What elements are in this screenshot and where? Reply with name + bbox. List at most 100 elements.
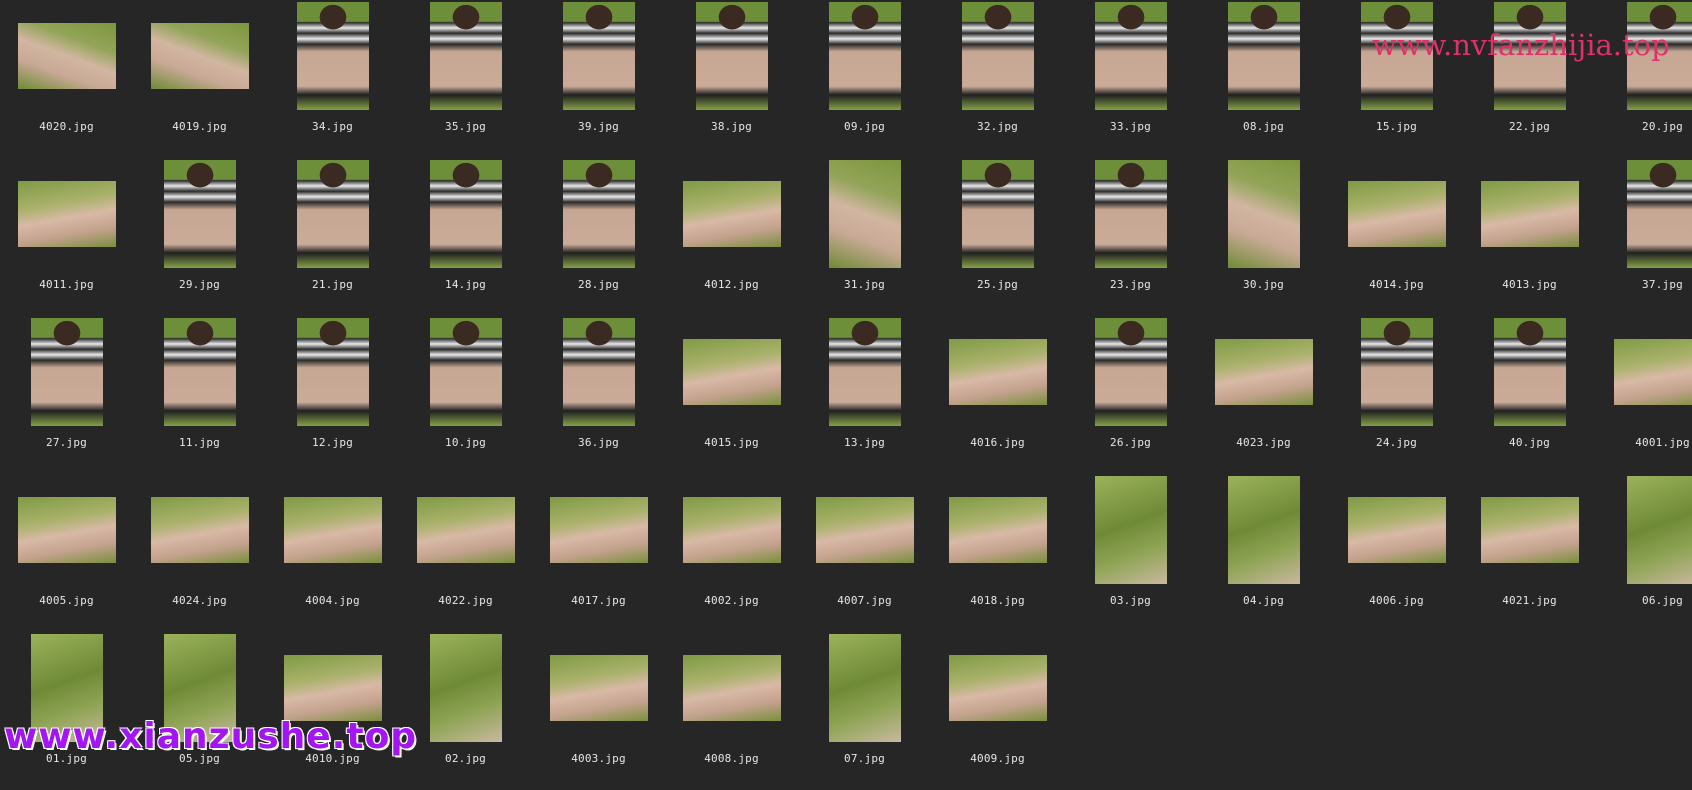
file-item[interactable]: 4021.jpg <box>1463 474 1596 632</box>
thumbnail-image[interactable] <box>550 497 648 563</box>
file-item[interactable]: 04.jpg <box>1197 474 1330 632</box>
file-item[interactable]: 03.jpg <box>1064 474 1197 632</box>
file-item[interactable]: 4010.jpg <box>266 632 399 790</box>
thumbnail-image[interactable] <box>683 339 781 405</box>
thumbnail-image[interactable] <box>683 497 781 563</box>
thumbnail-image[interactable] <box>297 2 369 110</box>
file-item[interactable]: 4022.jpg <box>399 474 532 632</box>
file-item[interactable]: 24.jpg <box>1330 316 1463 474</box>
thumbnail-image[interactable] <box>962 2 1034 110</box>
file-item[interactable]: 20.jpg <box>1596 0 1692 158</box>
thumbnail-image[interactable] <box>284 655 382 721</box>
file-item[interactable]: 02.jpg <box>399 632 532 790</box>
thumbnail-image[interactable] <box>949 655 1047 721</box>
file-item[interactable]: 4016.jpg <box>931 316 1064 474</box>
file-item[interactable]: 4007.jpg <box>798 474 931 632</box>
file-item[interactable]: 38.jpg <box>665 0 798 158</box>
thumbnail-image[interactable] <box>563 160 635 268</box>
thumbnail-image[interactable] <box>430 160 502 268</box>
file-item[interactable]: 4005.jpg <box>0 474 133 632</box>
file-item[interactable]: 36.jpg <box>532 316 665 474</box>
thumbnail-image[interactable] <box>683 655 781 721</box>
file-item[interactable]: 40.jpg <box>1463 316 1596 474</box>
file-item[interactable]: 4001.jpg <box>1596 316 1692 474</box>
thumbnail-image[interactable] <box>683 181 781 247</box>
thumbnail-image[interactable] <box>31 318 103 426</box>
thumbnail-image[interactable] <box>563 318 635 426</box>
thumbnail-image[interactable] <box>430 2 502 110</box>
file-item[interactable]: 4015.jpg <box>665 316 798 474</box>
file-item[interactable]: 08.jpg <box>1197 0 1330 158</box>
thumbnail-image[interactable] <box>297 318 369 426</box>
file-item[interactable]: 11.jpg <box>133 316 266 474</box>
thumbnail-image[interactable] <box>18 497 116 563</box>
thumbnail-image[interactable] <box>284 497 382 563</box>
thumbnail-image[interactable] <box>1481 181 1579 247</box>
thumbnail-image[interactable] <box>949 339 1047 405</box>
file-item[interactable]: 4024.jpg <box>133 474 266 632</box>
file-item[interactable]: 37.jpg <box>1596 158 1692 316</box>
thumbnail-image[interactable] <box>1095 2 1167 110</box>
file-item[interactable]: 4008.jpg <box>665 632 798 790</box>
thumbnail-image[interactable] <box>164 160 236 268</box>
thumbnail-image[interactable] <box>949 497 1047 563</box>
file-item[interactable]: 4020.jpg <box>0 0 133 158</box>
thumbnail-image[interactable] <box>1215 339 1313 405</box>
file-item[interactable]: 25.jpg <box>931 158 1064 316</box>
thumbnail-image[interactable] <box>816 497 914 563</box>
file-item[interactable]: 30.jpg <box>1197 158 1330 316</box>
thumbnail-image[interactable] <box>829 2 901 110</box>
thumbnail-image[interactable] <box>829 634 901 742</box>
thumbnail-image[interactable] <box>1361 318 1433 426</box>
file-item[interactable]: 32.jpg <box>931 0 1064 158</box>
file-item[interactable]: 33.jpg <box>1064 0 1197 158</box>
file-item[interactable]: 05.jpg <box>133 632 266 790</box>
thumbnail-image[interactable] <box>962 160 1034 268</box>
file-item[interactable]: 4006.jpg <box>1330 474 1463 632</box>
thumbnail-image[interactable] <box>151 23 249 89</box>
thumbnail-image[interactable] <box>550 655 648 721</box>
file-item[interactable]: 4009.jpg <box>931 632 1064 790</box>
thumbnail-image[interactable] <box>1348 497 1446 563</box>
thumbnail-image[interactable] <box>1095 476 1167 584</box>
thumbnail-image[interactable] <box>417 497 515 563</box>
file-item[interactable]: 4017.jpg <box>532 474 665 632</box>
thumbnail-image[interactable] <box>18 181 116 247</box>
file-item[interactable]: 4003.jpg <box>532 632 665 790</box>
file-item[interactable]: 4019.jpg <box>133 0 266 158</box>
file-item[interactable]: 01.jpg <box>0 632 133 790</box>
file-item[interactable]: 12.jpg <box>266 316 399 474</box>
thumbnail-image[interactable] <box>1494 318 1566 426</box>
thumbnail-image[interactable] <box>430 318 502 426</box>
thumbnail-image[interactable] <box>1627 160 1692 268</box>
thumbnail-image[interactable] <box>1228 476 1300 584</box>
thumbnail-image[interactable] <box>696 2 768 110</box>
file-item[interactable]: 35.jpg <box>399 0 532 158</box>
file-item[interactable]: 34.jpg <box>266 0 399 158</box>
file-item[interactable]: 07.jpg <box>798 632 931 790</box>
file-item[interactable]: 06.jpg <box>1596 474 1692 632</box>
file-item[interactable]: 29.jpg <box>133 158 266 316</box>
file-item[interactable]: 4011.jpg <box>0 158 133 316</box>
thumbnail-image[interactable] <box>164 318 236 426</box>
file-item[interactable]: 4004.jpg <box>266 474 399 632</box>
thumbnail-image[interactable] <box>1627 476 1692 584</box>
thumbnail-image[interactable] <box>1095 318 1167 426</box>
file-item[interactable]: 14.jpg <box>399 158 532 316</box>
file-item[interactable]: 15.jpg <box>1330 0 1463 158</box>
thumbnail-image[interactable] <box>430 634 502 742</box>
thumbnail-image[interactable] <box>829 318 901 426</box>
thumbnail-image[interactable] <box>1614 339 1692 405</box>
file-item[interactable]: 4023.jpg <box>1197 316 1330 474</box>
thumbnail-image[interactable] <box>1348 181 1446 247</box>
thumbnail-image[interactable] <box>18 23 116 89</box>
file-item[interactable]: 09.jpg <box>798 0 931 158</box>
file-item[interactable]: 13.jpg <box>798 316 931 474</box>
thumbnail-image[interactable] <box>1095 160 1167 268</box>
file-item[interactable]: 10.jpg <box>399 316 532 474</box>
thumbnail-image[interactable] <box>1481 497 1579 563</box>
thumbnail-image[interactable] <box>563 2 635 110</box>
file-item[interactable]: 39.jpg <box>532 0 665 158</box>
file-item[interactable]: 4002.jpg <box>665 474 798 632</box>
file-item[interactable]: 22.jpg <box>1463 0 1596 158</box>
